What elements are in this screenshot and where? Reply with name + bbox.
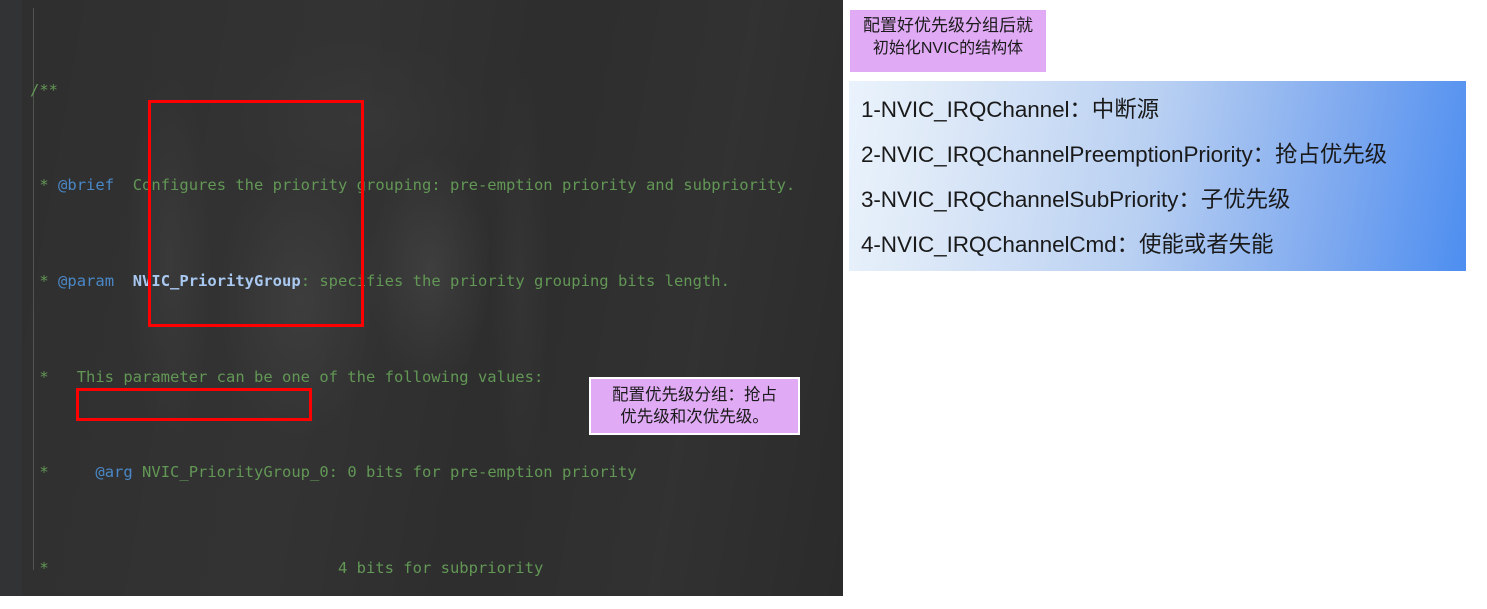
param-name-token: NVIC_PriorityGroup	[132, 271, 301, 290]
comment-open-token: /**	[30, 80, 58, 99]
doc-tag-brief: @brief	[58, 176, 115, 195]
arg-value-group0-pre: 0 bits for pre-emption priority	[347, 463, 637, 482]
annotation-note-priority-group-config: 配置优先级分组：抢占 优先级和次优先级。	[589, 377, 800, 435]
note-line-2: 优先级和次优先级。	[620, 408, 769, 427]
code-line[interactable]: * @brief Configures the priority groupin…	[22, 174, 843, 198]
comment-star-token: *	[39, 271, 49, 290]
nvic-member-item: 2-NVIC_IRQChannelPreemptionPriority：抢占优先…	[861, 142, 1388, 167]
screenshot-root: /** * @brief Configures the priority gro…	[0, 0, 1487, 609]
code-editor-pane[interactable]: /** * @brief Configures the priority gro…	[0, 0, 843, 596]
editor-line-number-gutter[interactable]	[0, 0, 22, 596]
comment-star	[30, 176, 39, 194]
nvic-member-item: 4-NVIC_IRQChannelCmd：使能或者失能	[861, 232, 1274, 257]
note-line-2: 初始化NVIC的结构体	[872, 39, 1024, 57]
comment-star-token: *	[39, 558, 49, 577]
code-line[interactable]: * @arg NVIC_PriorityGroup_0: 0 bits for …	[22, 461, 843, 485]
arg-name-group0: NVIC_PriorityGroup_0:	[142, 463, 338, 482]
nvic-member-item: 3-NVIC_IRQChannelSubPriority：子优先级	[861, 187, 1291, 212]
doc-tag-param: @param	[58, 271, 115, 290]
comment-star-token: *	[39, 367, 49, 386]
annotation-note-init-nvic-struct: 配置好优先级分组后就 初始化NVIC的结构体	[850, 10, 1046, 72]
param-description-text: : specifies the priority grouping bits l…	[300, 271, 730, 290]
doc-tag-arg: @arg	[95, 463, 133, 482]
comment-star-token: *	[39, 176, 49, 195]
nvic-member-item: 1-NVIC_IRQChannel：中断源	[861, 97, 1159, 122]
nvic-struct-members-panel: 1-NVIC_IRQChannel：中断源 2-NVIC_IRQChannelP…	[849, 81, 1466, 271]
code-line[interactable]: * @param NVIC_PriorityGroup: specifies t…	[22, 270, 843, 294]
code-line[interactable]: * 4 bits for subpriority	[22, 557, 843, 581]
arg-value-group0-sub: 4 bits for subpriority	[337, 558, 544, 577]
code-text-area[interactable]: /** * @brief Configures the priority gro…	[22, 0, 843, 596]
code-line[interactable]: /**	[22, 79, 843, 103]
comment-star-token: *	[39, 463, 49, 482]
brief-description-text: Configures the priority grouping: pre-em…	[132, 176, 796, 195]
param-values-intro-text: This parameter can be one of the followi…	[76, 367, 544, 386]
note-line-1: 配置好优先级分组后就	[863, 16, 1033, 35]
note-line-1: 配置优先级分组：抢占	[612, 386, 777, 404]
